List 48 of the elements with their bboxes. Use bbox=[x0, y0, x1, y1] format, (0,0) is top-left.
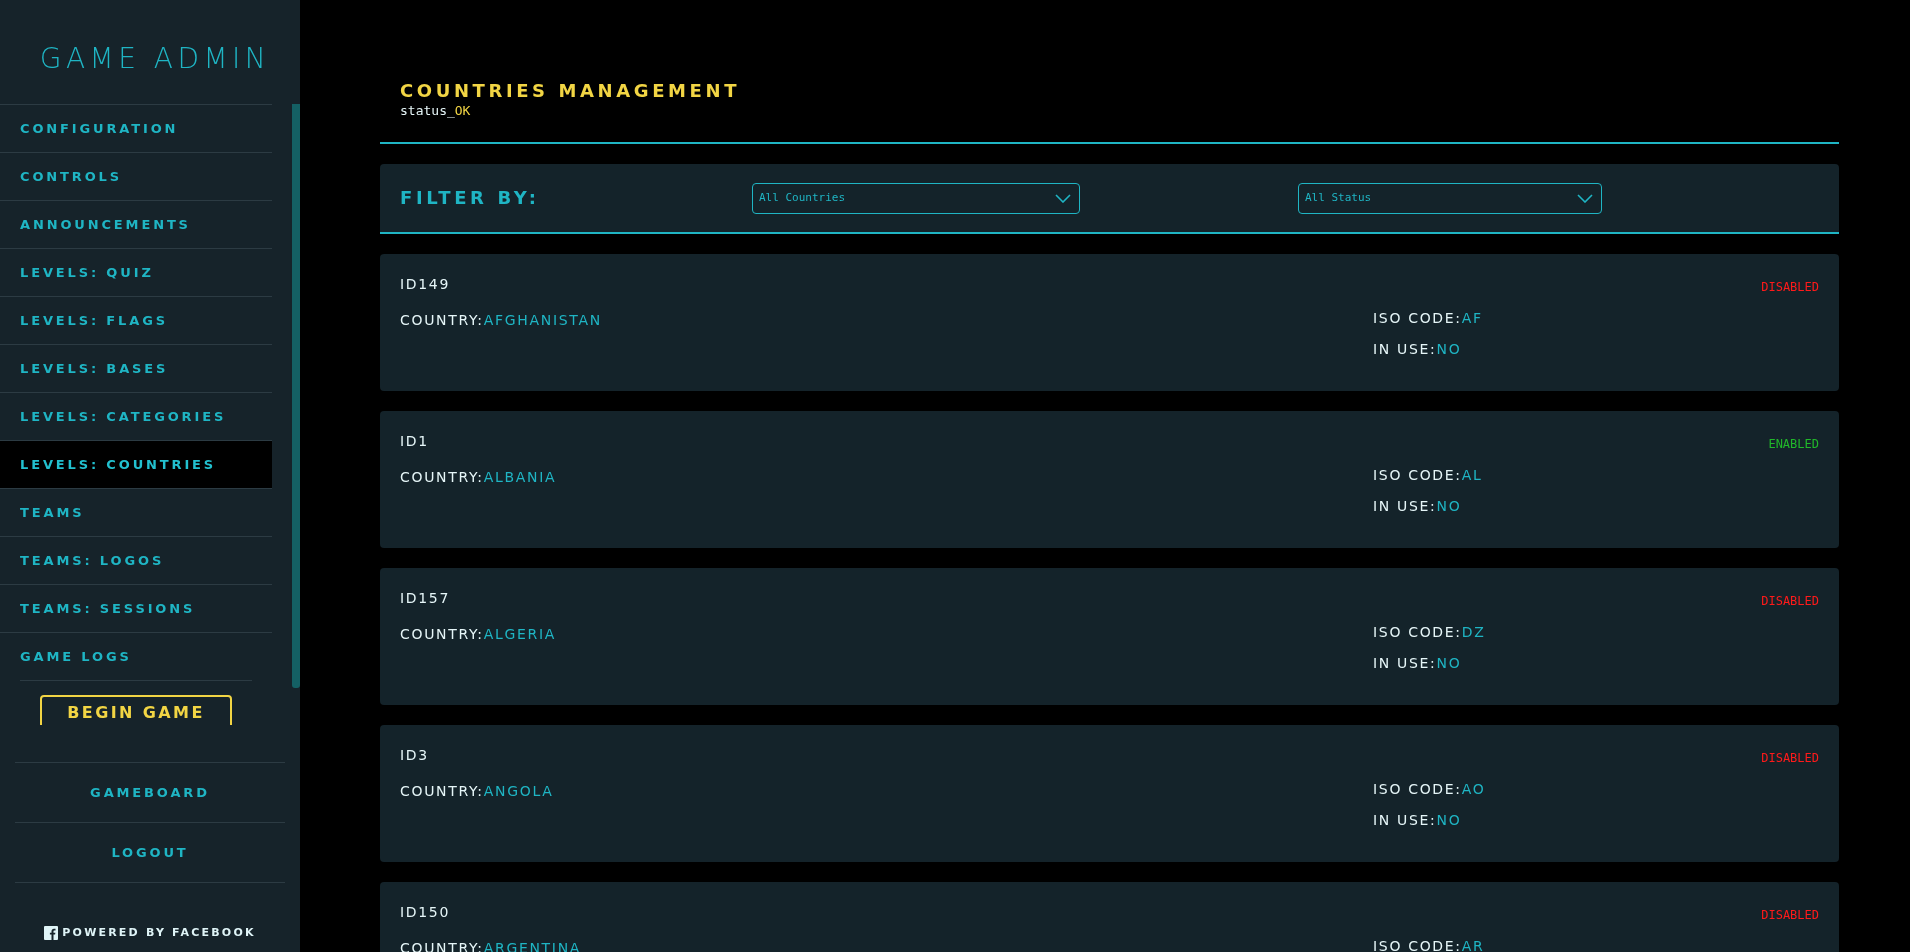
country-field: COUNTRY:ALBANIA bbox=[400, 469, 557, 485]
country-id: ID157 bbox=[400, 589, 451, 608]
nav-item[interactable]: LEVELS: COUNTRIES bbox=[0, 441, 272, 488]
in-use-field: IN USE:NO bbox=[1373, 653, 1486, 674]
nav-item[interactable]: LEVELS: CATEGORIES bbox=[0, 393, 272, 440]
country-id: ID3 bbox=[400, 746, 429, 765]
in-use-field: IN USE:NO bbox=[1373, 339, 1483, 360]
status-text: status_OK bbox=[400, 102, 472, 120]
nav-item[interactable]: LEVELS: BASES bbox=[0, 345, 272, 392]
iso-code-field: ISO CODE:DZ bbox=[1373, 622, 1486, 643]
iso-code-field: ISO CODE:AL bbox=[1373, 465, 1483, 486]
country-field: COUNTRY:ANGOLA bbox=[400, 783, 554, 799]
nav-item[interactable]: TEAMS: LOGOS bbox=[0, 537, 272, 584]
nav-item[interactable]: CONFIGURATION bbox=[0, 105, 272, 152]
nav-item[interactable]: ANNOUNCEMENTS bbox=[0, 201, 272, 248]
footer-link[interactable]: GAMEBOARD bbox=[90, 782, 210, 803]
chevron-down-icon bbox=[1055, 194, 1071, 203]
nav-item[interactable]: LEVELS: FLAGS bbox=[0, 297, 272, 344]
begin-game-button[interactable]: BEGIN GAME bbox=[40, 695, 232, 725]
country-id: ID150 bbox=[400, 903, 451, 922]
in-use-field: IN USE:NO bbox=[1373, 810, 1486, 831]
filter-select[interactable]: All Countries bbox=[752, 183, 1080, 214]
iso-code-field: ISO CODE:AO bbox=[1373, 779, 1486, 800]
nav-item[interactable]: GAME LOGS bbox=[0, 633, 272, 680]
status-label: DISABLED bbox=[1761, 593, 1819, 610]
country-field: COUNTRY:AFGHANISTAN bbox=[400, 312, 602, 328]
status-label: DISABLED bbox=[1761, 907, 1819, 924]
country-id: ID1 bbox=[400, 432, 429, 451]
filter-select[interactable]: All Status bbox=[1298, 183, 1602, 214]
app-title: GAME ADMIN bbox=[39, 41, 271, 77]
nav-item[interactable]: CONTROLS bbox=[0, 153, 272, 200]
status-label: ENABLED bbox=[1768, 436, 1819, 453]
status-label: DISABLED bbox=[1761, 750, 1819, 767]
footer-link[interactable]: LOGOUT bbox=[111, 842, 189, 863]
status-label: DISABLED bbox=[1761, 279, 1819, 296]
in-use-field: IN USE:NO bbox=[1373, 496, 1483, 517]
filter-label: FILTER BY: bbox=[400, 186, 541, 210]
powered-by-text: POWERED BY FACEBOOK bbox=[62, 925, 256, 941]
country-id: ID149 bbox=[400, 275, 451, 294]
nav-item[interactable]: TEAMS: SESSIONS bbox=[0, 585, 272, 632]
iso-code-field: ISO CODE:AR bbox=[1373, 936, 1485, 952]
facebook-icon bbox=[44, 926, 59, 941]
chevron-down-icon bbox=[1577, 194, 1593, 203]
iso-code-field: ISO CODE:AF bbox=[1373, 308, 1483, 329]
nav-item[interactable]: LEVELS: QUIZ bbox=[0, 249, 272, 296]
page-title: COUNTRIES MANAGEMENT bbox=[400, 80, 741, 102]
country-field: COUNTRY:ALGERIA bbox=[400, 626, 556, 642]
nav-item[interactable]: TEAMS bbox=[0, 489, 272, 536]
